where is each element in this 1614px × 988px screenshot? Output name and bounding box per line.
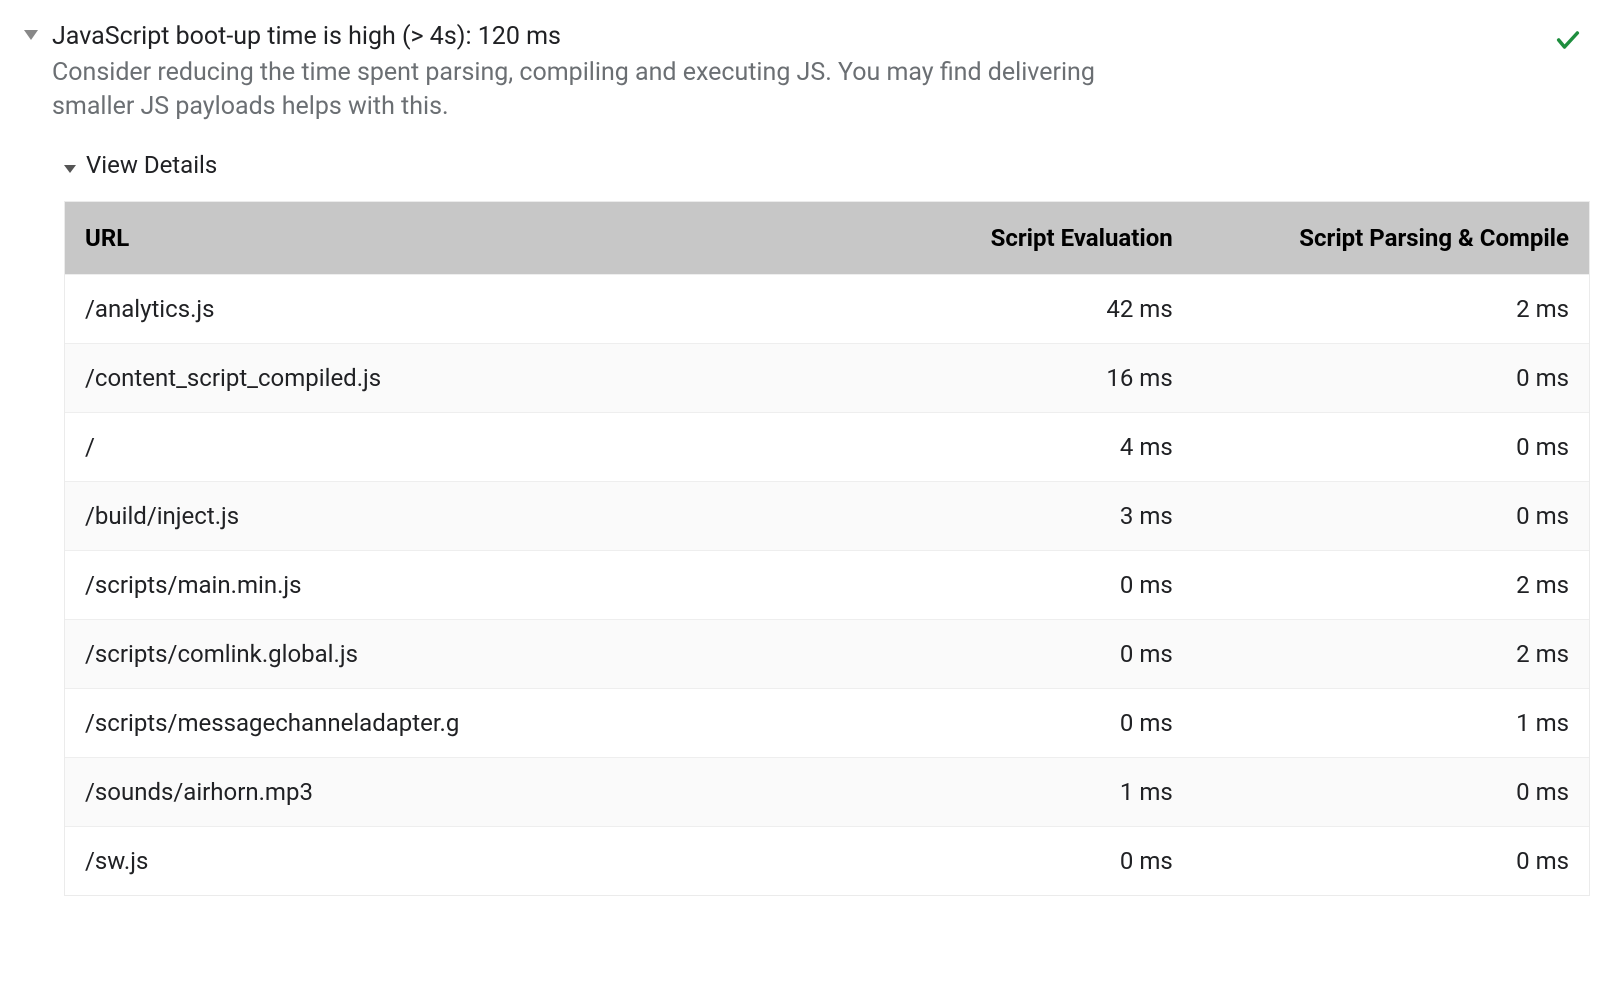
- table-row: /scripts/messagechanneladapter.g0 ms1 ms: [65, 689, 1589, 758]
- cell-url: /sw.js: [65, 827, 797, 896]
- table-header-row: URL Script Evaluation Script Parsing & C…: [65, 202, 1589, 275]
- col-header-eval: Script Evaluation: [797, 202, 1193, 275]
- cell-url: /sounds/airhorn.mp3: [65, 758, 797, 827]
- bootup-time-table: URL Script Evaluation Script Parsing & C…: [65, 202, 1589, 895]
- audit-description: Consider reducing the time spent parsing…: [52, 56, 1152, 124]
- view-details-toggle[interactable]: View Details: [64, 151, 1590, 179]
- cell-eval: 0 ms: [797, 827, 1193, 896]
- expand-audit-icon[interactable]: [24, 30, 38, 40]
- table-row: /scripts/comlink.global.js0 ms2 ms: [65, 620, 1589, 689]
- cell-parse: 0 ms: [1193, 344, 1589, 413]
- cell-eval: 42 ms: [797, 275, 1193, 344]
- col-header-url: URL: [65, 202, 797, 275]
- cell-url: /scripts/comlink.global.js: [65, 620, 797, 689]
- cell-url: /scripts/messagechanneladapter.g: [65, 689, 797, 758]
- cell-eval: 0 ms: [797, 620, 1193, 689]
- cell-parse: 2 ms: [1193, 551, 1589, 620]
- cell-eval: 4 ms: [797, 413, 1193, 482]
- table-row: /sounds/airhorn.mp31 ms0 ms: [65, 758, 1589, 827]
- table-row: /sw.js0 ms0 ms: [65, 827, 1589, 896]
- cell-eval: 16 ms: [797, 344, 1193, 413]
- cell-parse: 0 ms: [1193, 482, 1589, 551]
- cell-eval: 3 ms: [797, 482, 1193, 551]
- table-row: /content_script_compiled.js16 ms0 ms: [65, 344, 1589, 413]
- cell-parse: 2 ms: [1193, 275, 1589, 344]
- cell-parse: 1 ms: [1193, 689, 1589, 758]
- table-row: /scripts/main.min.js0 ms2 ms: [65, 551, 1589, 620]
- table-row: /4 ms0 ms: [65, 413, 1589, 482]
- cell-parse: 0 ms: [1193, 758, 1589, 827]
- cell-url: /content_script_compiled.js: [65, 344, 797, 413]
- cell-url: /scripts/main.min.js: [65, 551, 797, 620]
- cell-url: /build/inject.js: [65, 482, 797, 551]
- audit-content: JavaScript boot-up time is high (> 4s): …: [52, 20, 1554, 123]
- status-pass-icon: [1554, 20, 1590, 58]
- cell-parse: 0 ms: [1193, 413, 1589, 482]
- cell-parse: 0 ms: [1193, 827, 1589, 896]
- col-header-parse: Script Parsing & Compile: [1193, 202, 1589, 275]
- cell-parse: 2 ms: [1193, 620, 1589, 689]
- cell-url: /analytics.js: [65, 275, 797, 344]
- cell-eval: 1 ms: [797, 758, 1193, 827]
- chevron-down-icon: [64, 165, 76, 173]
- cell-url: /: [65, 413, 797, 482]
- table-row: /build/inject.js3 ms0 ms: [65, 482, 1589, 551]
- view-details-label: View Details: [86, 151, 217, 179]
- cell-eval: 0 ms: [797, 551, 1193, 620]
- cell-eval: 0 ms: [797, 689, 1193, 758]
- audit-header-row: JavaScript boot-up time is high (> 4s): …: [24, 20, 1590, 123]
- audit-title: JavaScript boot-up time is high (> 4s): …: [52, 20, 1554, 54]
- details-table-container: URL Script Evaluation Script Parsing & C…: [64, 201, 1590, 896]
- table-row: /analytics.js42 ms2 ms: [65, 275, 1589, 344]
